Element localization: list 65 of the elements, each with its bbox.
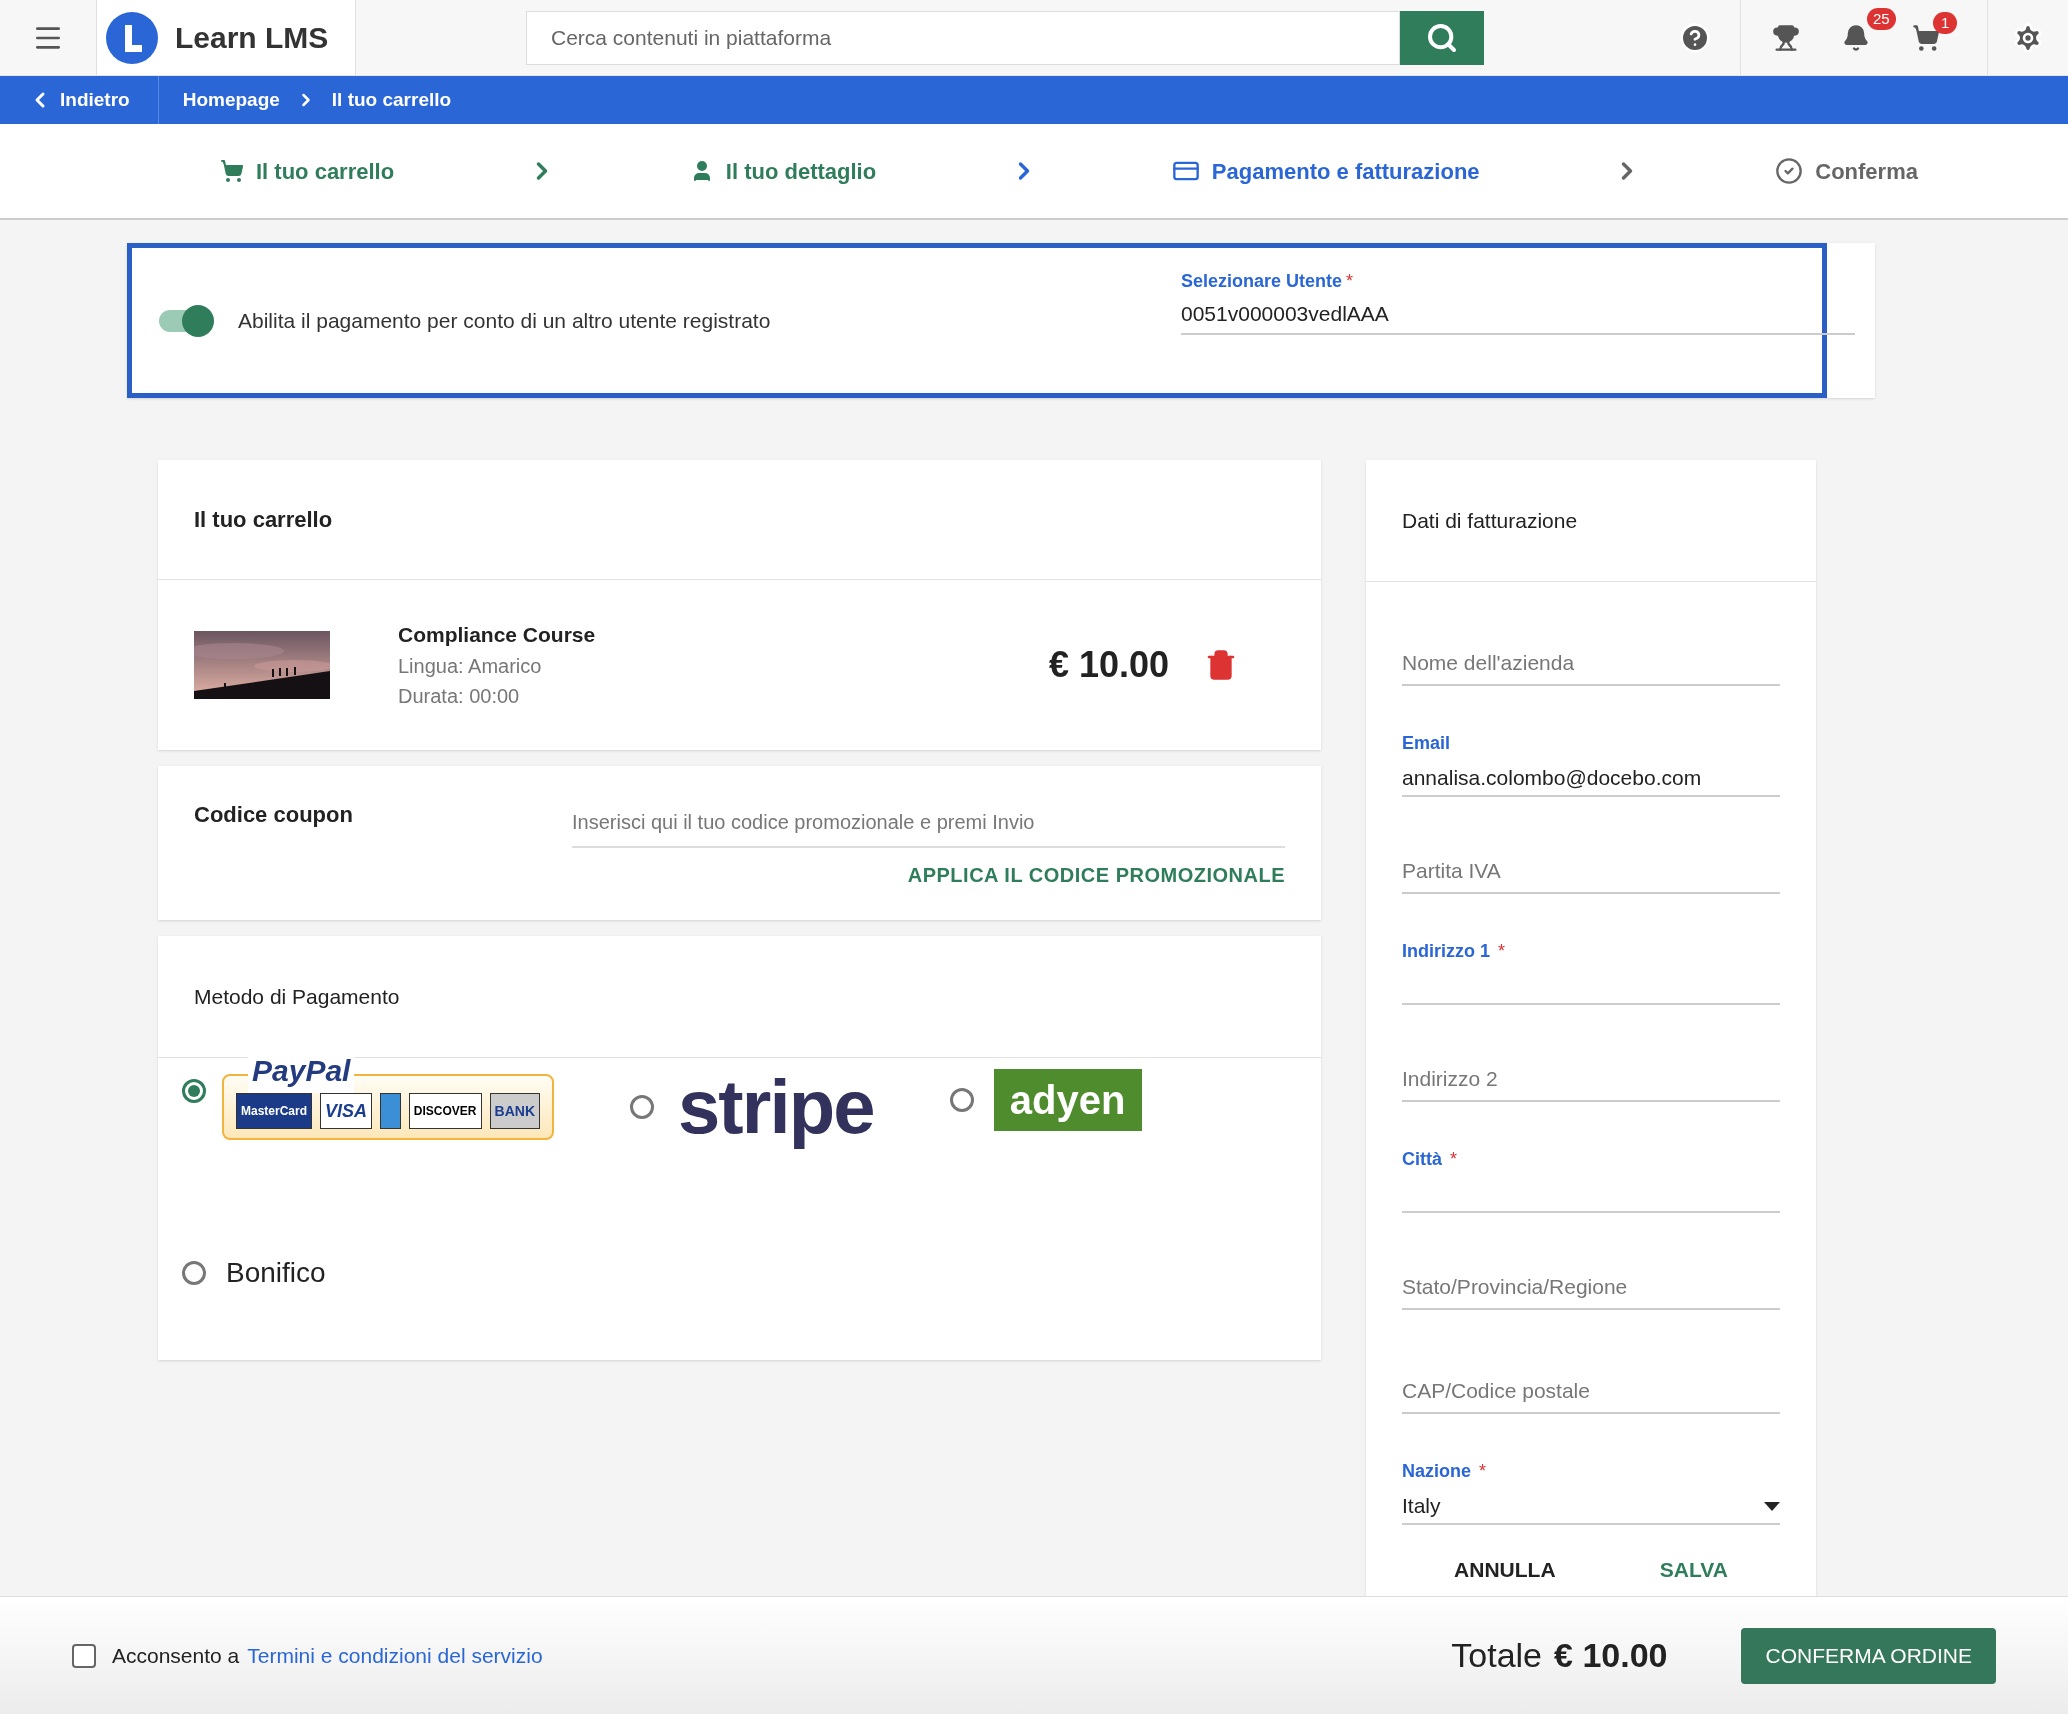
bell-icon[interactable] [1842, 23, 1870, 52]
checkout-step[interactable]: Il tuo dettaglio [689, 154, 877, 188]
course-duration: Durata: 00:00 [398, 683, 521, 709]
radio-button[interactable] [182, 1261, 206, 1285]
input-field[interactable]: Partita IVA [1402, 850, 1780, 894]
radio-button[interactable] [182, 1079, 206, 1103]
app-name: Learn LMS [175, 20, 329, 56]
consent-checkbox[interactable] [72, 1643, 96, 1668]
confirm-order-button[interactable]: CONFERMA ORDINE [1741, 1627, 1996, 1684]
field-label: Città [1402, 1148, 1442, 1171]
search-field[interactable]: Cerca contenuti in piattaforma [526, 10, 1400, 65]
required-mark: * [1479, 1460, 1487, 1483]
required-mark: * [1498, 940, 1506, 963]
checkout-step[interactable]: Pagamento e fatturazione [1171, 154, 1480, 188]
card-brand-label: MasterCard [236, 1093, 313, 1129]
field-label: Indirizzo 1 [1402, 940, 1490, 963]
required-mark: * [1346, 270, 1354, 293]
checkout-step[interactable]: Il tuo carrello [220, 154, 395, 188]
check-circle-icon [1775, 157, 1804, 185]
notification-badge: 25 [1867, 7, 1896, 30]
field-label: Nazione [1402, 1460, 1471, 1483]
field-label: Email [1402, 732, 1451, 755]
apply-coupon-button[interactable]: APPLICA IL CODICE PROMOZIONALE [907, 860, 1285, 890]
input-field[interactable]: Indirizzo 2 [1402, 1058, 1780, 1102]
card-brand-label: BANK [489, 1093, 540, 1129]
radio-button[interactable] [630, 1095, 654, 1119]
required-mark: * [1450, 1148, 1457, 1171]
input-field[interactable]: CAP/Codice postale [1402, 1370, 1780, 1414]
section-title: Il tuo carrello [194, 506, 333, 534]
field-label: Selezionare Utente [1181, 270, 1343, 293]
checkout-step[interactable]: Conferma [1775, 154, 1918, 188]
search-button[interactable] [1400, 10, 1484, 65]
breadcrumb-link[interactable]: Homepage [182, 85, 280, 115]
breadcrumb-link[interactable]: Il tuo carrello [331, 85, 452, 115]
search-icon [1426, 21, 1458, 54]
cart-icon [220, 159, 244, 183]
total-amount: € 10.00 [1554, 1635, 1668, 1676]
section-title: Codice coupon [194, 801, 354, 829]
card-brand-label: DISCOVER [408, 1093, 482, 1129]
input-field[interactable]: annalisa.colombo@docebo.com [1402, 761, 1780, 797]
delegate-label: Abilita il pagamento per conto di un altro utente registrato [238, 307, 771, 334]
dropdown-caret-icon [1764, 1501, 1780, 1511]
section-title: Dati di fatturazione [1402, 507, 1578, 534]
bank-transfer-label: Bonifico [226, 1256, 326, 1290]
consent-label: Acconsento a [112, 1642, 240, 1669]
coupon-field[interactable]: Inserisci qui il tuo codice promozionale e premi Invio [572, 798, 1285, 848]
user-field[interactable]: 0051v000003vedlAAA [1181, 295, 1855, 335]
course-language: Lingua: Amarico [398, 653, 543, 679]
input-field[interactable]: Stato/Provincia/Regione [1402, 1266, 1780, 1310]
cart-icon[interactable] [1912, 23, 1940, 52]
section-title: Metodo di Pagamento [194, 983, 400, 1010]
card-brand-label: VISA [320, 1093, 373, 1129]
cart-badge: 1 [1933, 11, 1958, 34]
radio-button[interactable] [949, 1088, 974, 1112]
delete-icon[interactable] [1205, 649, 1237, 681]
logo-icon [105, 10, 159, 65]
adyen-logo: adyen [993, 1069, 1142, 1131]
course-name: Compliance Course [398, 622, 596, 649]
cancel-button[interactable]: ANNULLA [1446, 1550, 1564, 1590]
total-label: Totale [1451, 1635, 1543, 1676]
save-button[interactable]: SALVA [1651, 1550, 1736, 1590]
input-field[interactable]: Nome dell'azienda [1402, 642, 1780, 686]
country-select[interactable]: Italy [1402, 1489, 1780, 1525]
terms-link[interactable]: Termini e condizioni del servizio [247, 1639, 543, 1672]
course-price: € 10.00 [1048, 643, 1169, 687]
